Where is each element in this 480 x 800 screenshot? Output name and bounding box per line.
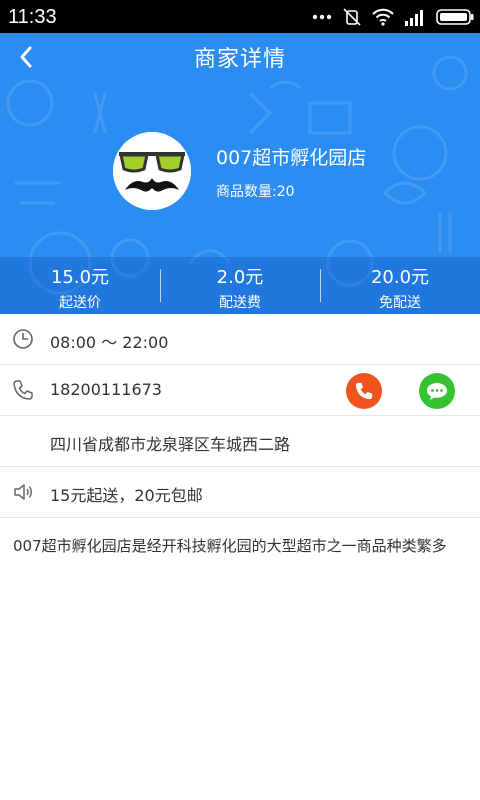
shop-name: 007超市孵化园店 [216, 147, 367, 169]
stat-min-order: 15.0元 起送价 [0, 257, 160, 314]
phone-call-icon [355, 382, 373, 400]
stat-divider [320, 269, 321, 302]
dots-icon [312, 14, 332, 20]
phone-number[interactable]: 18200111673 [50, 380, 162, 399]
mute-icon [343, 8, 361, 26]
status-time: 11:33 [8, 6, 57, 28]
phone-icon [13, 380, 33, 400]
stat-delivery-fee: 2.0元 配送费 [160, 257, 320, 314]
stat-free-delivery: 20.0元 免配送 [320, 257, 480, 314]
stat-label: 配送费 [219, 295, 261, 311]
stat-label: 起送价 [59, 295, 101, 311]
chat-bubble-icon [427, 383, 447, 400]
notice-row: 15元起送，20元包邮 [0, 467, 480, 518]
battery-icon [436, 9, 474, 25]
stat-value: 15.0元 [50, 267, 110, 288]
mustache-glasses-logo [113, 132, 191, 210]
shop-description: 007超市孵化园店是经开科技孵化园的大型超市之一商品种类繁多 [13, 537, 447, 555]
stats-bar: 15.0元 起送价 2.0元 配送费 20.0元 免配送 [0, 257, 480, 314]
address-row: 四川省成都市龙泉驿区车城西二路 [0, 416, 480, 467]
status-icons [312, 7, 474, 27]
stat-value: 20.0元 [370, 267, 430, 288]
chat-button[interactable] [419, 373, 455, 409]
wifi-icon [372, 8, 394, 26]
stat-label: 免配送 [379, 295, 421, 311]
stat-divider [160, 269, 161, 302]
shop-address: 四川省成都市龙泉驿区车城西二路 [50, 435, 291, 454]
status-bar: 11:33 [0, 0, 480, 33]
speaker-icon [14, 484, 32, 500]
phone-row: 18200111673 [0, 365, 480, 416]
hours-row: 08:00 ～ 22:00 [0, 314, 480, 365]
call-button[interactable] [346, 373, 382, 409]
delivery-notice: 15元起送，20元包邮 [50, 486, 203, 505]
goods-count: 商品数量:20 [216, 184, 295, 200]
clock-icon [13, 329, 33, 349]
signal-icon [405, 10, 423, 26]
stat-value: 2.0元 [216, 267, 264, 288]
business-hours: 08:00 ～ 22:00 [50, 333, 169, 352]
page-title: 商家详情 [193, 47, 286, 72]
shop-header: 商家详情 007超市孵化园店 商品数量:20 15.0元 起送价 2.0元 配送… [0, 33, 480, 314]
shop-avatar [113, 132, 191, 210]
